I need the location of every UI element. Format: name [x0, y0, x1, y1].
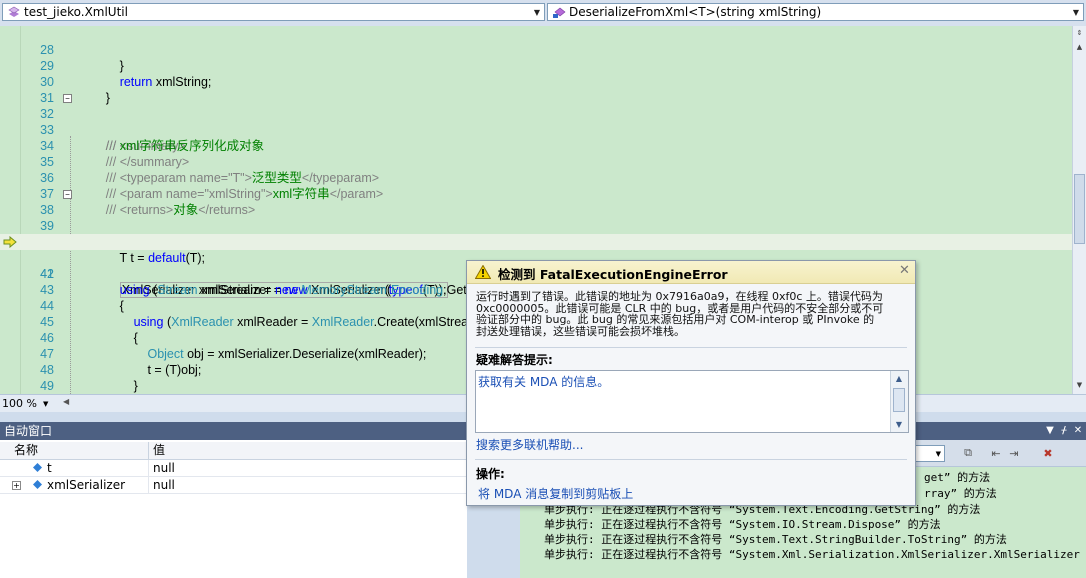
troubleshooting-title: 疑难解答提示: [476, 353, 553, 367]
autos-window-title: 自动窗口 [0, 422, 520, 440]
scrollbar-thumb[interactable] [1074, 174, 1085, 244]
close-icon[interactable]: ✕ [1072, 424, 1084, 438]
scroll-down-icon[interactable]: ▼ [1073, 378, 1086, 392]
output-line: 单步执行: 正在逐过程执行不含符号 “System.Text.StringBui… [544, 533, 1007, 546]
column-divider [148, 477, 149, 493]
autos-window: 名称 值 t null + xmlSerializer null [0, 440, 467, 578]
window-position-icon[interactable]: ▼ [1044, 424, 1056, 438]
collapse-icon[interactable]: − [63, 94, 72, 103]
next-message-icon[interactable]: ⇥ [1006, 446, 1022, 460]
code-line: 38 − public static T DeserializeFromXml<… [0, 186, 1072, 249]
code-line: 32 − /// <summary> [0, 90, 1072, 153]
mda-info-link[interactable]: 获取有关 MDA 的信息。 [478, 373, 609, 390]
chevron-down-icon[interactable]: ▼ [1069, 4, 1083, 20]
scroll-up-icon[interactable]: ▲ [1073, 40, 1086, 54]
code-line: 33 /// xml字符串反序列化成对象 [0, 106, 1072, 153]
scroll-left-icon[interactable]: ◀ [63, 397, 69, 406]
divider [475, 347, 907, 348]
code-line: 39 { [0, 202, 1072, 249]
column-divider[interactable] [148, 442, 149, 459]
popup-title: 检测到 FatalExecutionEngineError [498, 267, 728, 282]
exception-assistant-popup: 检测到 FatalExecutionEngineError ✕ 运行时遇到了错误… [466, 260, 916, 506]
code-line: 28 } [0, 26, 1072, 73]
execution-pointer-icon [3, 236, 17, 248]
member-dropdown-value: DeserializeFromXml<T>(string xmlString) [569, 5, 822, 19]
type-dropdown[interactable]: test_jieko.XmlUtil ▼ [2, 3, 545, 21]
output-line: 单步执行: 正在逐过程执行不含符号 “System.IO.Stream.Disp… [544, 518, 941, 531]
zoom-dropdown[interactable]: 100 % ▼ [2, 396, 58, 411]
search-online-help-link[interactable]: 搜索更多联机帮助... [476, 436, 583, 453]
warning-icon [475, 265, 491, 279]
code-line: 29 return xmlString; [0, 42, 1072, 89]
chevron-down-icon[interactable]: ▼ [530, 4, 544, 20]
troubleshooting-list[interactable]: 获取有关 MDA 的信息。 ▲ ▼ [475, 370, 909, 433]
class-icon [7, 6, 21, 18]
output-source-dropdown[interactable]: ▼ [915, 445, 945, 462]
code-line: 40 T t = default(T); [0, 218, 1072, 265]
autos-title-text: 自动窗口 [4, 424, 53, 438]
row-name: t [47, 461, 52, 475]
row-name: xmlSerializer [47, 478, 126, 492]
method-icon [552, 6, 566, 18]
variable-icon [33, 463, 42, 472]
zoom-value: 100 % [2, 397, 37, 410]
autos-header: 名称 值 [0, 442, 467, 460]
pin-icon[interactable]: ᚋ [1058, 424, 1070, 438]
variable-icon [33, 480, 42, 489]
column-divider [148, 460, 149, 476]
collapse-icon[interactable]: − [63, 190, 72, 199]
column-header-name[interactable]: 名称 [14, 442, 38, 459]
divider [475, 459, 907, 460]
close-icon[interactable]: ✕ [899, 263, 910, 278]
go-to-location-icon[interactable]: ⧉ [960, 446, 976, 460]
table-row[interactable]: t null [0, 460, 467, 477]
scrollbar-thumb[interactable] [893, 388, 905, 412]
code-line: 36 /// <param name="xmlString">xml字符串</p… [0, 154, 1072, 201]
chevron-down-icon[interactable]: ▼ [936, 450, 941, 458]
split-icon[interactable]: ⇕ [1073, 26, 1086, 40]
row-value: null [153, 478, 175, 492]
code-line: 31 [0, 74, 1072, 105]
error-message: 运行时遇到了错误。此错误的地址为 0x7916a0a9，在线程 0xf0c 上。… [476, 290, 884, 338]
code-line: 34 /// </summary> [0, 122, 1072, 169]
copy-to-clipboard-link[interactable]: 将 MDA 消息复制到剪贴板上 [478, 485, 633, 502]
scroll-up-icon[interactable]: ▲ [893, 372, 905, 385]
chevron-down-icon[interactable]: ▼ [43, 400, 48, 408]
popup-header: 检测到 FatalExecutionEngineError ✕ [467, 261, 915, 284]
code-line: 35 /// <typeparam name="T">泛型类型</typepar… [0, 138, 1072, 185]
current-statement-line: 41 XmlSerializer xmlSerializer = new Xml… [0, 234, 1072, 298]
navigation-bar: test_jieko.XmlUtil ▼ DeserializeFromXml<… [0, 0, 1086, 27]
previous-message-icon[interactable]: ⇤ [988, 446, 1004, 460]
editor-vertical-scrollbar[interactable]: ⇕ ▲ ▼ [1072, 26, 1086, 394]
expand-icon[interactable]: + [12, 481, 21, 490]
column-header-value[interactable]: 值 [153, 442, 165, 459]
row-value: null [153, 461, 175, 475]
scroll-down-icon[interactable]: ▼ [893, 418, 905, 431]
hint-scrollbar[interactable]: ▲ ▼ [890, 371, 908, 432]
table-row[interactable]: + xmlSerializer null [0, 477, 467, 494]
member-dropdown[interactable]: DeserializeFromXml<T>(string xmlString) … [547, 3, 1084, 21]
type-dropdown-value: test_jieko.XmlUtil [24, 5, 128, 19]
output-line: 单步执行: 正在逐过程执行不含符号 “System.Xml.Serializat… [544, 548, 1080, 561]
clear-all-icon[interactable]: ✖ [1040, 446, 1056, 460]
code-line: 37 /// <returns>对象</returns> [0, 170, 1072, 217]
actions-title: 操作: [476, 467, 505, 481]
code-line: 30 } [0, 58, 1072, 105]
